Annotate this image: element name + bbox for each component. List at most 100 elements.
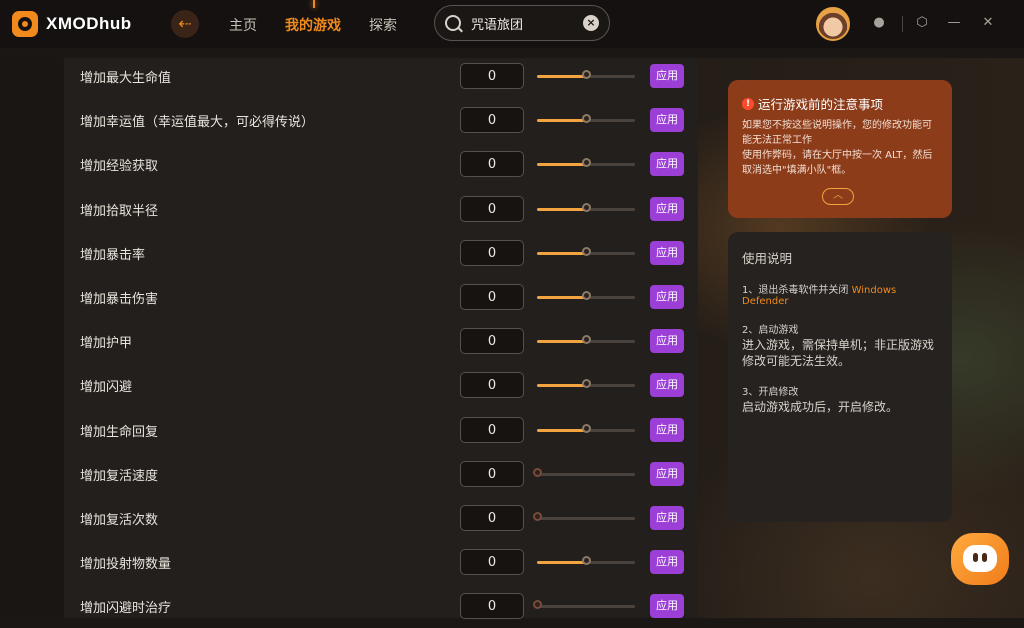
slider-fill [537, 561, 586, 565]
step-text: 进入游戏，需保持单机；非正版游戏修改可能无法生效。 [742, 338, 935, 368]
mod-value-input[interactable]: 0 [460, 460, 524, 487]
slider-handle[interactable] [533, 512, 542, 521]
mod-slider[interactable] [537, 158, 635, 168]
notice-title-row: ! 运行游戏前的注意事项 [742, 94, 940, 113]
mod-slider[interactable] [537, 335, 635, 345]
mod-value-input[interactable]: 0 [460, 195, 524, 222]
apply-button[interactable]: 应用 [650, 285, 684, 309]
mod-value-input[interactable]: 0 [460, 151, 524, 178]
settings-icon[interactable]: ⬡ [915, 16, 929, 30]
slider-handle[interactable] [533, 467, 542, 477]
slider-handle[interactable] [582, 423, 591, 433]
minimize-icon[interactable]: — [947, 16, 961, 30]
mod-row: 增加复活次数 0 应用 [64, 496, 698, 540]
mod-slider[interactable] [537, 556, 635, 566]
mod-slider[interactable] [537, 423, 635, 433]
apply-button[interactable]: 应用 [650, 506, 684, 530]
apply-button[interactable]: 应用 [650, 329, 684, 354]
slider-fill [537, 163, 586, 167]
mod-row: 增加经验获取 0 应用 [64, 142, 698, 186]
notice-card: ! 运行游戏前的注意事项 如果您不按这些说明操作，您的修改功能可能无法正常工作 … [728, 80, 952, 218]
slider-handle[interactable] [582, 291, 591, 300]
apply-button[interactable]: 应用 [650, 64, 684, 88]
slider-fill [537, 428, 586, 432]
mod-value-input[interactable]: 0 [460, 63, 524, 89]
mod-row: 增加投射物数量 0 应用 [64, 540, 698, 584]
warning-icon: ! [742, 97, 754, 110]
chevron-up-icon: ︿ [833, 190, 843, 201]
mod-label: 增加经验获取 [80, 159, 159, 175]
mod-value-input[interactable]: 0 [460, 284, 524, 310]
slider-handle[interactable] [582, 158, 591, 168]
mod-row: 增加闪避时治疗 0 应用 [64, 584, 698, 628]
close-icon[interactable]: ✕ [981, 16, 995, 30]
notice-line: 如果您不按这些说明操作，您的修改功能可能无法正常工作 [742, 120, 932, 146]
notification-icon[interactable]: ● [872, 16, 886, 30]
apply-button[interactable]: 应用 [650, 196, 684, 221]
mod-row: 增加拾取半径 0 应用 [64, 187, 698, 231]
mod-row: 增加复活速度 0 应用 [64, 452, 698, 496]
mod-slider[interactable] [533, 512, 635, 521]
apply-button[interactable]: 应用 [650, 417, 684, 442]
avatar[interactable] [816, 7, 850, 41]
apply-button[interactable]: 应用 [650, 594, 684, 619]
slider-handle[interactable] [582, 335, 591, 345]
app-logo[interactable]: XMODhub [12, 10, 132, 38]
mod-value-input[interactable]: 0 [460, 593, 524, 620]
active-tab-indicator [313, 0, 315, 8]
mod-label: 增加最大生命值 [80, 71, 172, 86]
slider-fill [537, 384, 586, 388]
search-input[interactable] [471, 14, 581, 32]
apply-button[interactable]: 应用 [650, 152, 684, 177]
slider-handle[interactable] [582, 202, 591, 212]
apply-button[interactable]: 应用 [650, 461, 684, 486]
mod-row: 增加护甲 0 应用 [64, 319, 698, 363]
mod-row: 增加暴击伤害 0 应用 [64, 275, 698, 319]
apply-button[interactable]: 应用 [650, 550, 684, 575]
slider-handle[interactable] [582, 379, 591, 389]
mod-slider[interactable] [537, 70, 635, 79]
mod-slider[interactable] [533, 467, 635, 477]
mod-slider[interactable] [537, 246, 635, 256]
slider-handle[interactable] [582, 556, 591, 566]
chat-bot-icon [963, 545, 997, 572]
nav-my-games[interactable]: 我的游戏 [285, 15, 341, 35]
mod-value-input[interactable]: 0 [460, 107, 524, 134]
mod-slider[interactable] [537, 114, 635, 124]
instruction-step: 2、启动游戏 进入游戏，需保持单机；非正版游戏修改可能无法生效。 [742, 321, 938, 369]
main-nav: 主页 我的游戏 探索 [229, 15, 425, 35]
slider-handle[interactable] [582, 70, 591, 79]
notice-line: 使用作弊码，请在大厅中按一次 ALT，然后取消选中"填满小队"框。 [742, 150, 933, 176]
instruction-step: 1、退出杀毒软件并关闭 Windows Defender [742, 281, 938, 307]
chat-assistant-button[interactable] [951, 533, 1009, 585]
mod-value-input[interactable]: 0 [460, 505, 524, 531]
nav-home[interactable]: 主页 [229, 15, 257, 35]
mod-slider[interactable] [537, 379, 635, 389]
mod-slider[interactable] [537, 202, 635, 212]
mod-slider[interactable] [537, 291, 635, 300]
apply-button[interactable]: 应用 [650, 373, 684, 398]
mod-value-input[interactable]: 0 [460, 328, 524, 355]
back-arrow-icon: ⇠ [178, 14, 192, 33]
mod-row: 增加生命回复 0 应用 [64, 408, 698, 452]
mod-row: 增加暴击率 0 应用 [64, 231, 698, 275]
slider-handle[interactable] [582, 246, 591, 256]
mod-value-input[interactable]: 0 [460, 372, 524, 399]
mod-value-input[interactable]: 0 [460, 239, 524, 266]
step-heading: 2、启动游戏 [742, 325, 799, 336]
clear-search-icon[interactable]: × [583, 15, 599, 31]
mod-value-input[interactable]: 0 [460, 416, 524, 443]
nav-explore[interactable]: 探索 [369, 15, 397, 35]
collapse-button[interactable]: ︿ [822, 188, 854, 205]
mod-slider[interactable] [533, 600, 635, 610]
mod-value-input[interactable]: 0 [460, 549, 524, 576]
slider-handle[interactable] [582, 114, 591, 124]
apply-button[interactable]: 应用 [650, 108, 684, 133]
slider-fill [537, 296, 586, 299]
slider-fill [537, 207, 586, 211]
slider-handle[interactable] [533, 600, 542, 610]
back-button[interactable]: ⇠ [171, 10, 199, 38]
mod-label: 增加闪避时治疗 [80, 601, 172, 617]
apply-button[interactable]: 应用 [650, 240, 684, 265]
mod-label: 增加生命回复 [80, 424, 159, 440]
